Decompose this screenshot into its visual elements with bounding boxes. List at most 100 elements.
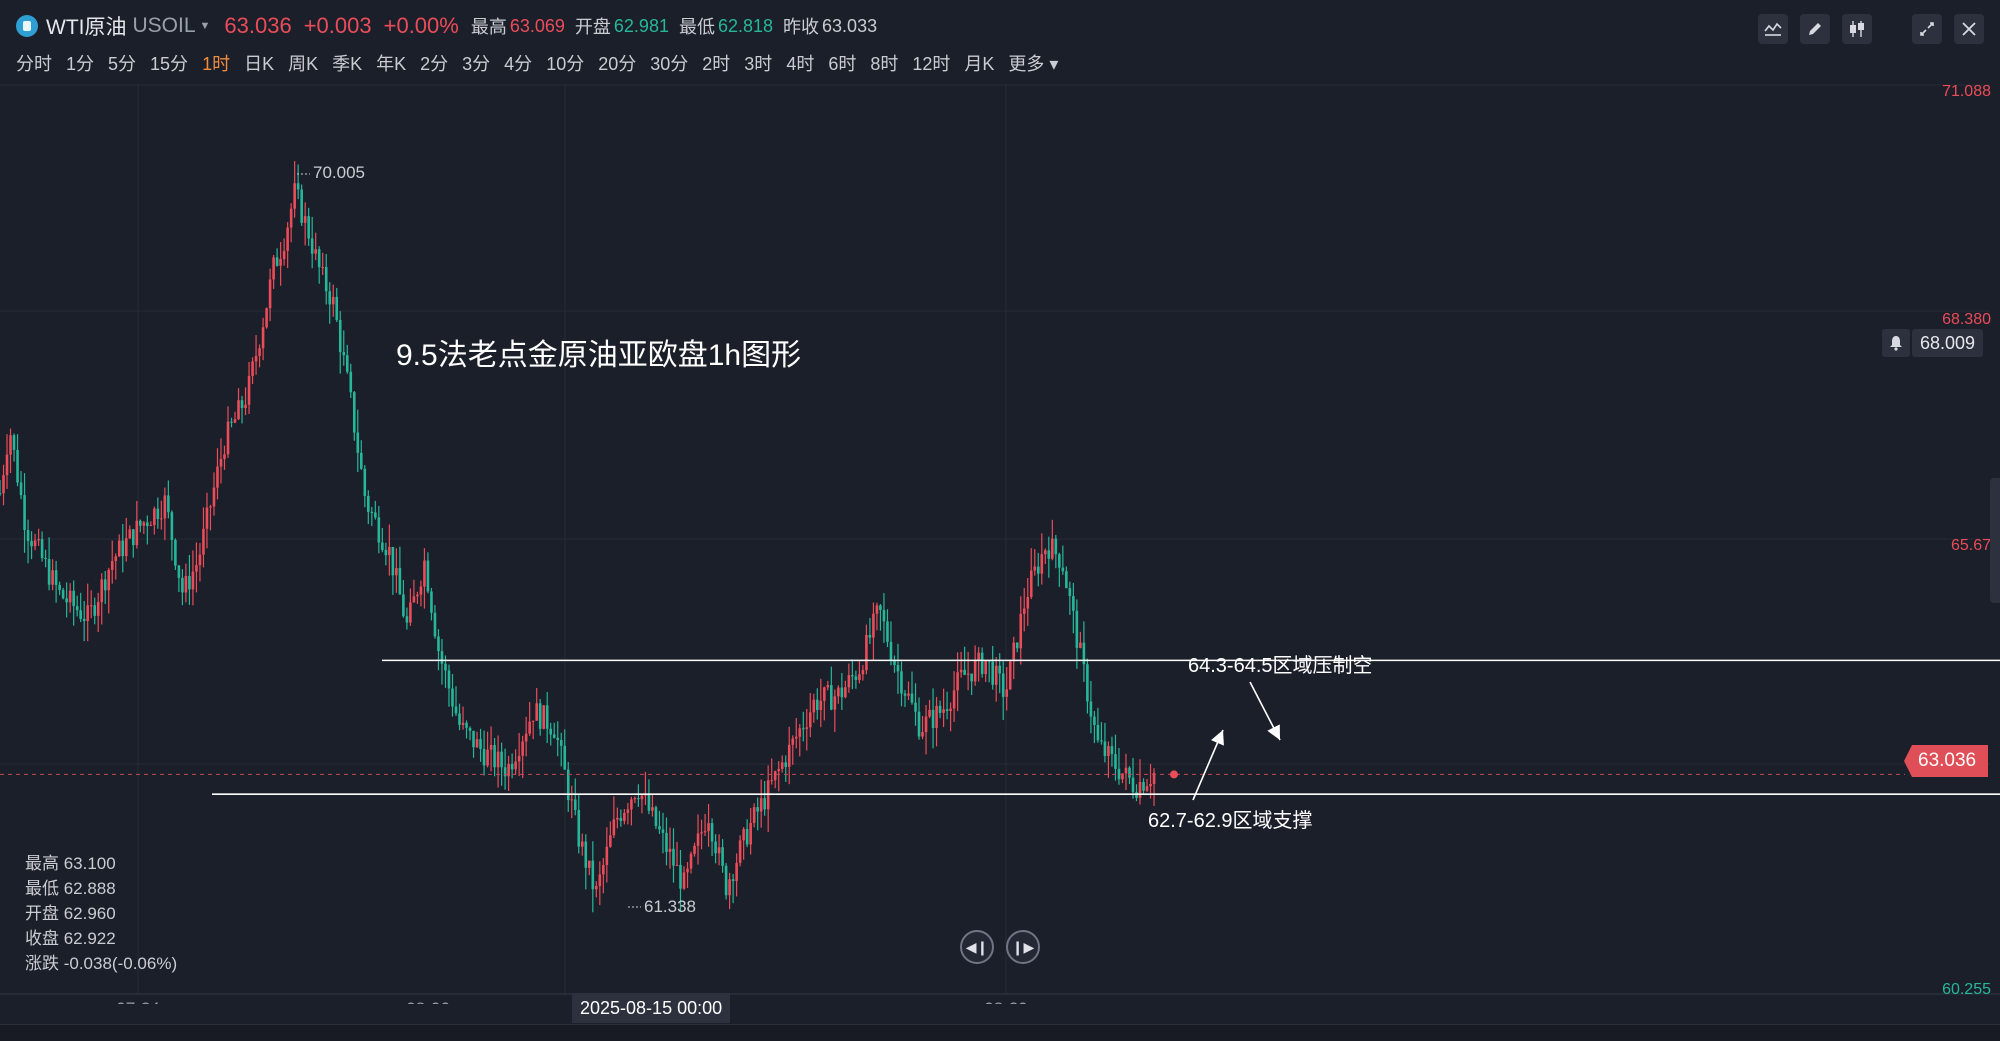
chevron-down-icon[interactable]: ▼ [200, 20, 211, 32]
candle-body [563, 745, 567, 770]
candle-body [1079, 642, 1082, 648]
price-alert[interactable]: 68.009 [1882, 329, 1984, 357]
period-tab[interactable]: 5分 [108, 50, 136, 76]
period-tab[interactable]: 10分 [546, 50, 584, 76]
candle-body [587, 860, 591, 868]
candle-body [731, 879, 735, 882]
symbol-name[interactable]: WTI原油 [46, 11, 126, 41]
candle-body [805, 727, 809, 729]
candle-body [837, 687, 840, 697]
candle-body [181, 577, 184, 593]
candle-body [570, 799, 574, 801]
candle-body [886, 621, 889, 642]
candle-type-icon[interactable] [1842, 14, 1872, 44]
candle-body [170, 512, 174, 540]
candle-body [861, 670, 865, 675]
candle-body [580, 841, 584, 847]
candle-body [247, 375, 251, 405]
period-tab[interactable]: 3时 [744, 50, 772, 76]
candle-body [1061, 567, 1065, 572]
candle-body [286, 227, 289, 251]
candle-body [654, 807, 658, 827]
chart-toolbar [1758, 14, 1984, 44]
period-tab[interactable]: 6时 [828, 50, 856, 76]
candle-body [61, 589, 65, 599]
candle-body [1065, 571, 1068, 589]
candle-body [458, 713, 461, 725]
period-tab[interactable]: 周K [288, 50, 318, 76]
ohlc-open: 开盘 62.960 [25, 904, 116, 923]
period-tab[interactable]: 月K [964, 50, 994, 76]
candle-body [1103, 741, 1107, 757]
candle-body [100, 579, 104, 603]
crosshair-date-label: 2025-08-15 00:00 [572, 993, 731, 1023]
candle-body [303, 216, 307, 223]
side-panel-handle[interactable] [1990, 478, 2000, 603]
candle-body [1022, 608, 1026, 614]
candle-body [1068, 588, 1072, 597]
period-tab[interactable]: 20分 [598, 50, 636, 76]
candle-body [219, 458, 223, 467]
period-tab[interactable]: 3分 [462, 50, 490, 76]
candle-body [801, 728, 805, 730]
candle-body [444, 663, 447, 671]
period-tab[interactable]: 30分 [650, 50, 688, 76]
candle-body [153, 508, 156, 526]
candle-body [868, 634, 872, 638]
period-tab[interactable]: 季K [332, 50, 362, 76]
candle-body [202, 528, 205, 555]
candle-body [528, 721, 531, 734]
indicator-icon[interactable] [1758, 14, 1788, 44]
candle-body [265, 308, 268, 328]
bell-icon[interactable] [1882, 329, 1910, 357]
period-tab[interactable]: 2时 [702, 50, 730, 76]
candle-body [472, 730, 475, 748]
candlestick-chart[interactable]: 71.088 68.380 65.67 60.255 07-24 08-06 08-29 70… [0, 83, 2000, 1018]
symbol-code[interactable]: USOIL [132, 14, 195, 38]
candle-body [651, 807, 654, 811]
period-tab[interactable]: 8时 [870, 50, 898, 76]
skip-forward-button[interactable]: ❙▶ [1006, 930, 1040, 964]
close-icon[interactable] [1954, 14, 1984, 44]
candle-body [973, 660, 977, 682]
period-tab[interactable]: 12时 [912, 50, 950, 76]
candle-body [1131, 777, 1135, 793]
candle-body [131, 529, 135, 546]
ohlc-change: 涨跌 -0.038(-0.06%) [25, 954, 178, 973]
candle-body [282, 250, 286, 260]
candle-body [16, 449, 19, 483]
draw-icon[interactable] [1800, 14, 1830, 44]
period-tab[interactable]: 1时 [202, 50, 230, 76]
candle-body [773, 771, 777, 781]
candle-body [23, 495, 26, 531]
period-tab[interactable]: 日K [244, 50, 274, 76]
period-tab[interactable]: 4分 [504, 50, 532, 76]
period-tab[interactable]: 15分 [150, 50, 188, 76]
candle-body [686, 868, 689, 873]
candle-body [160, 518, 163, 520]
period-tab[interactable]: 1分 [66, 50, 94, 76]
candle-body [672, 848, 675, 866]
candle-body [342, 352, 346, 356]
candle-body [1026, 596, 1030, 609]
period-tab[interactable]: 4时 [786, 50, 814, 76]
open-label: 开盘 [574, 17, 611, 37]
candle-body [1117, 768, 1121, 780]
period-tab[interactable]: 分时 [16, 50, 52, 76]
candle-body [433, 612, 437, 637]
chart-area[interactable]: 71.088 68.380 65.67 60.255 07-24 08-06 08-29 70… [0, 83, 2000, 1018]
candle-body [742, 829, 745, 841]
period-tab[interactable]: 年K [376, 50, 406, 76]
period-tab[interactable]: 更多 ▾ [1008, 50, 1058, 76]
candle-body [1107, 746, 1110, 757]
candle-body [1008, 661, 1012, 690]
quote-header: WTI原油 USOIL ▼ 63.036 +0.003 +0.00% 最高 63… [0, 0, 2000, 52]
candle-body [710, 823, 714, 842]
skip-back-button[interactable]: ◀❙ [960, 930, 994, 964]
fullscreen-icon[interactable] [1912, 14, 1942, 44]
candle-body [391, 547, 395, 576]
candle-body [258, 348, 261, 356]
ohlc-close: 收盘 62.922 [25, 929, 116, 948]
period-tab[interactable]: 2分 [420, 50, 448, 76]
candle-body [409, 602, 412, 623]
